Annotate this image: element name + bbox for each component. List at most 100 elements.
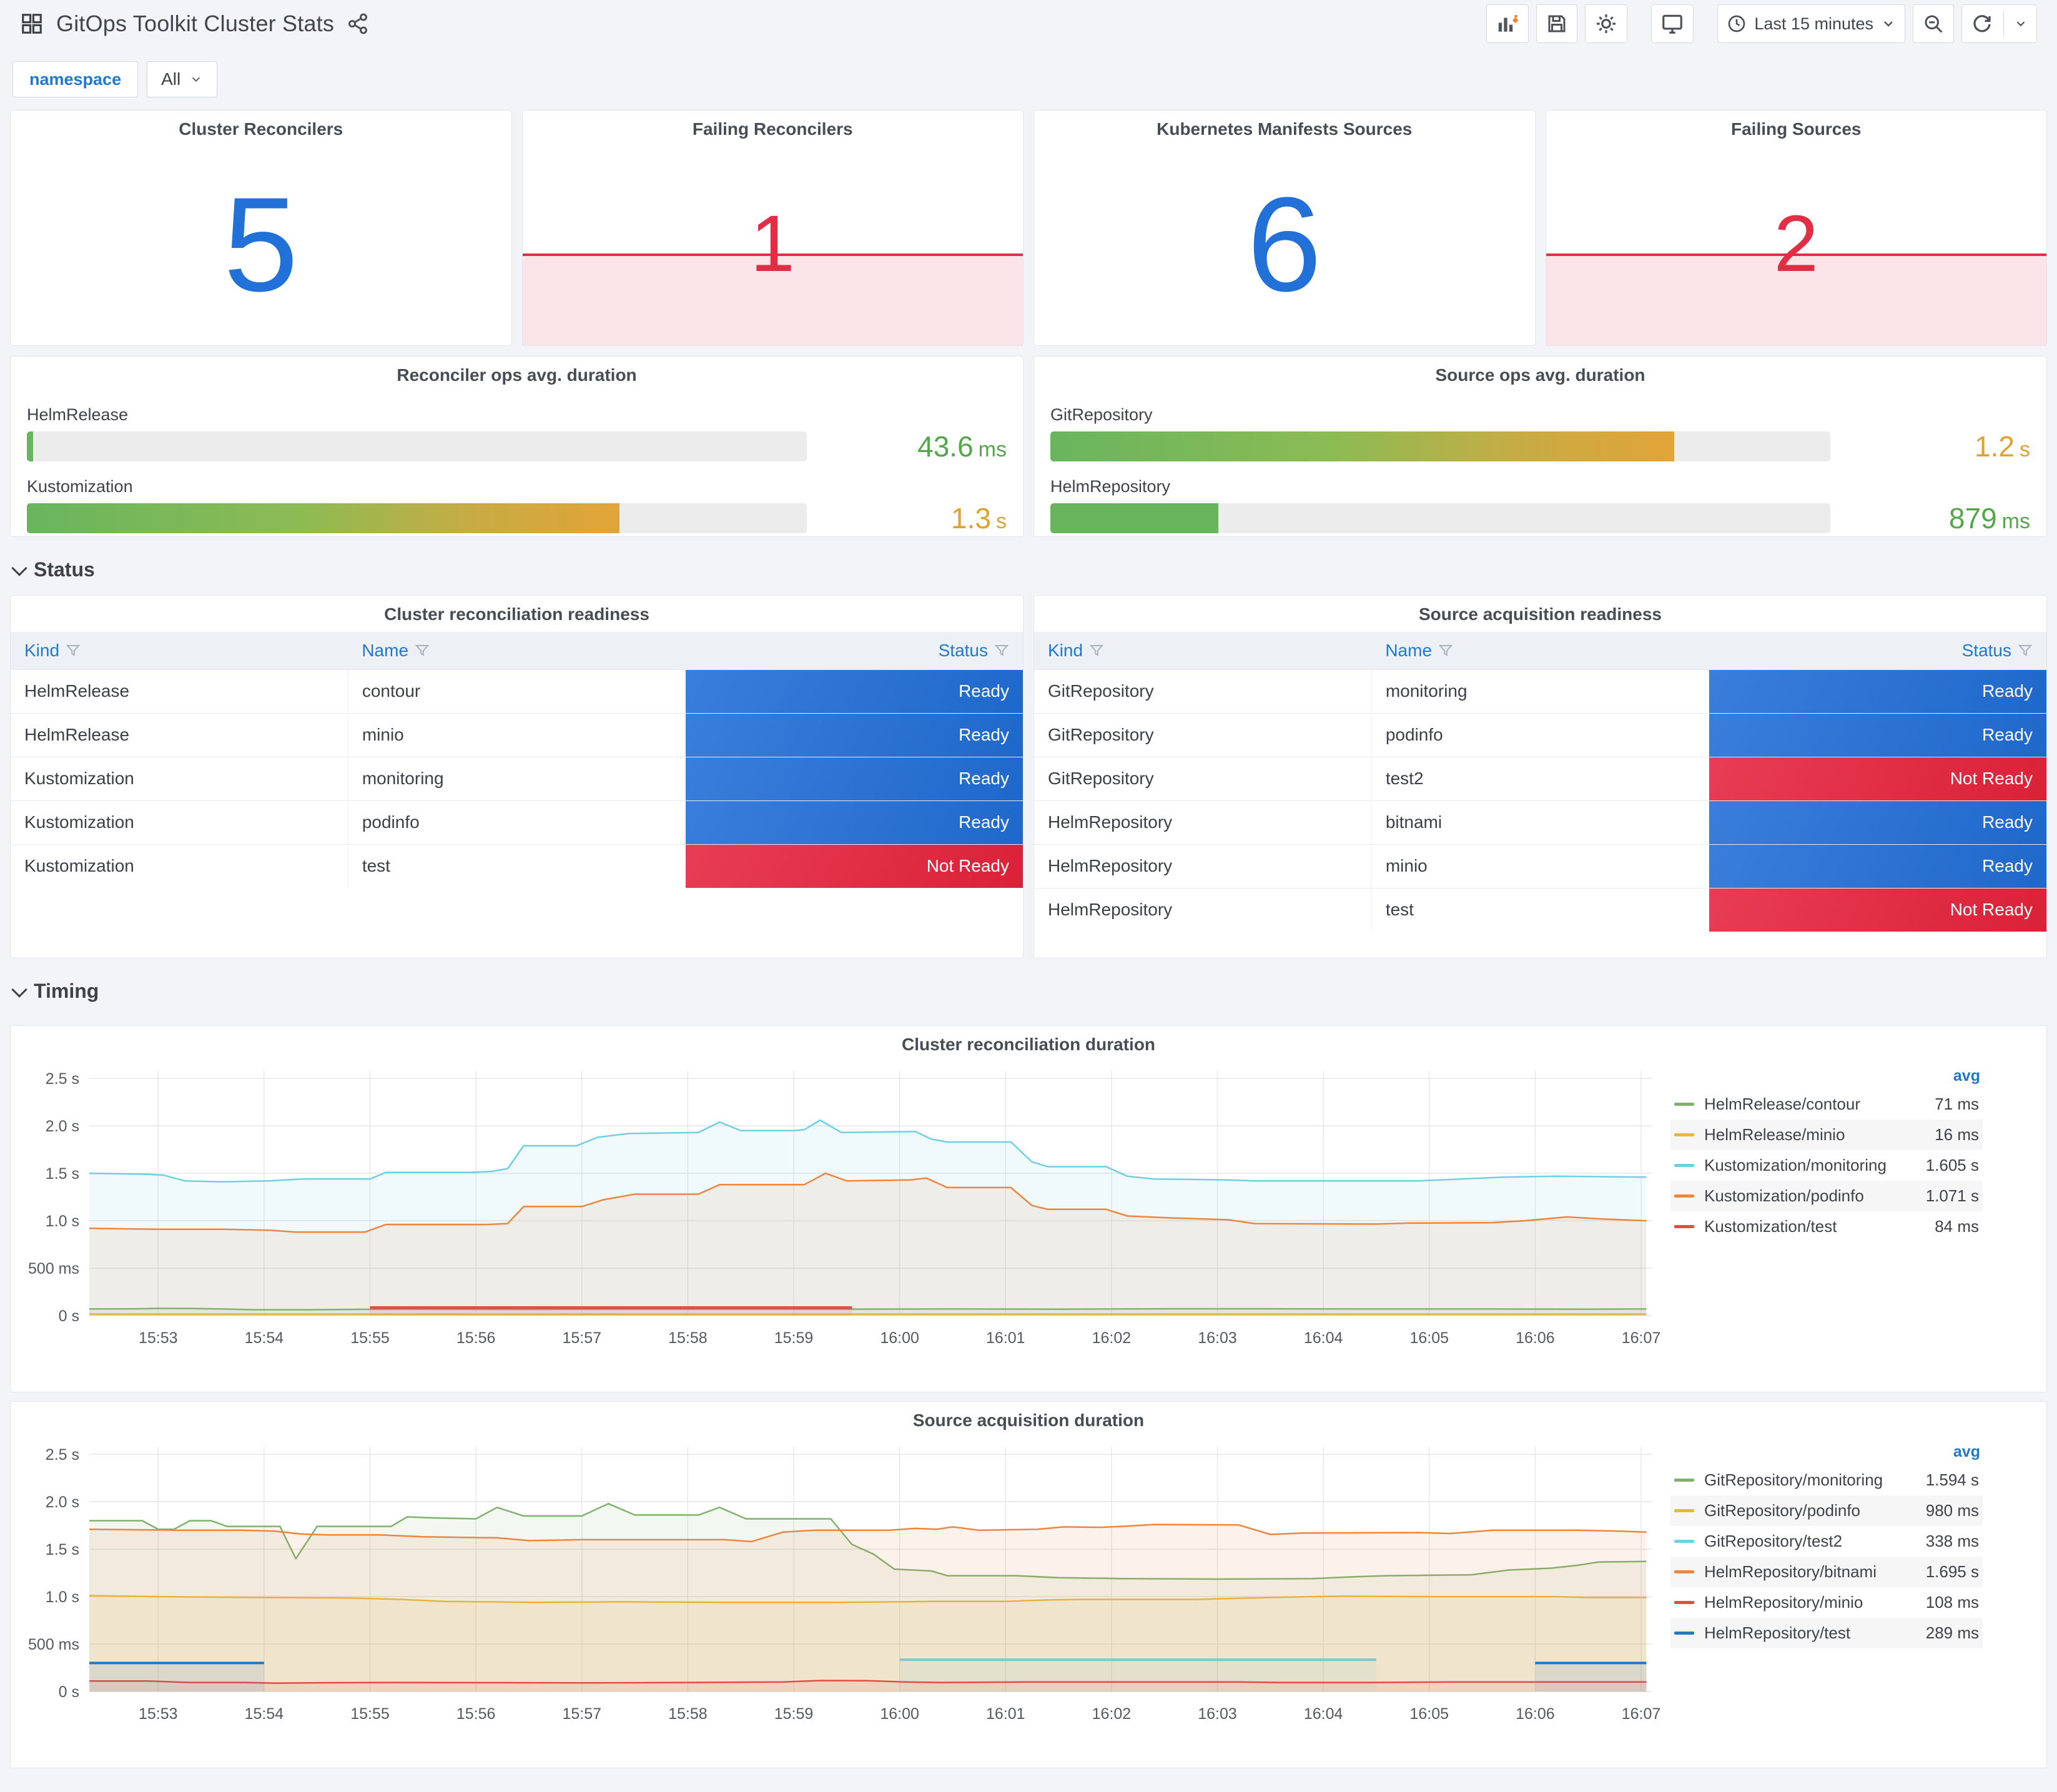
legend-series-name[interactable]: Kustomization/test — [1704, 1217, 1837, 1236]
dashboard-grid-icon[interactable] — [20, 12, 44, 36]
filter-icon[interactable] — [66, 643, 81, 658]
dashboard-title[interactable]: GitOps Toolkit Cluster Stats — [56, 11, 334, 37]
cell-name: bitnami — [1371, 800, 1709, 844]
share-icon[interactable] — [347, 12, 369, 35]
panel-title[interactable]: Cluster Reconcilers — [11, 111, 511, 139]
gauge-track — [27, 431, 807, 461]
refresh-button[interactable] — [1961, 4, 2037, 43]
legend-series-name[interactable]: Kustomization/podinfo — [1704, 1186, 1864, 1206]
svg-text:16:05: 16:05 — [1410, 1329, 1449, 1347]
dashboard-settings-button[interactable] — [1585, 4, 1628, 43]
legend-series-name[interactable]: GitRepository/monitoring — [1704, 1470, 1883, 1490]
legend-avg-value: 338 ms — [1925, 1532, 1979, 1550]
tv-mode-button[interactable] — [1651, 4, 1694, 43]
variable-label-pill[interactable]: namespace — [12, 61, 139, 97]
column-header-status[interactable]: Status — [1709, 632, 2046, 669]
column-header-name[interactable]: Name — [1371, 632, 1709, 669]
column-header-name[interactable]: Name — [348, 632, 686, 669]
table-row: HelmRepository bitnami Ready — [1034, 800, 2046, 844]
filter-icon[interactable] — [2018, 643, 2033, 658]
section-timing[interactable]: Timing — [10, 958, 2047, 1017]
time-range-label: Last 15 minutes — [1754, 14, 1873, 33]
status-badge: Not Ready — [685, 844, 1023, 888]
gauge-label: HelmRelease — [27, 405, 129, 424]
section-label: Timing — [34, 980, 99, 1002]
legend-series-name[interactable]: HelmRepository/test — [1704, 1623, 1850, 1643]
legend-avg-header[interactable]: avg — [1670, 1443, 1983, 1465]
svg-text:15:55: 15:55 — [350, 1705, 390, 1723]
cell-name: podinfo — [347, 800, 686, 844]
grafana-dashboard: GitOps Toolkit Cluster Stats Last 15 min… — [0, 0, 2057, 1792]
stat-value: 5 — [223, 169, 298, 320]
legend-series-name[interactable]: HelmRelease/contour — [1704, 1095, 1860, 1114]
cell-kind: HelmRepository — [1034, 800, 1372, 844]
cell-kind: HelmRelease — [11, 712, 348, 757]
table-row: HelmRelease minio Ready — [11, 712, 1023, 757]
legend-series-name[interactable]: HelmRepository/bitnami — [1704, 1562, 1877, 1582]
zoom-out-button[interactable] — [1913, 4, 1954, 43]
legend-avg-header[interactable]: avg — [1670, 1067, 1983, 1089]
svg-text:2.0 s: 2.0 s — [46, 1118, 79, 1135]
cell-status: Ready — [1709, 669, 2046, 713]
filter-icon[interactable] — [1089, 643, 1104, 658]
clock-icon — [1727, 14, 1747, 34]
panel-title[interactable]: Kubernetes Manifests Sources — [1034, 111, 1535, 139]
time-range-picker[interactable]: Last 15 minutes — [1717, 4, 1905, 43]
series-color-swatch — [1674, 1103, 1694, 1106]
status-badge: Ready — [1709, 713, 2046, 757]
panel-title[interactable]: Source ops avg. duration — [1034, 357, 2046, 385]
legend-series-name[interactable]: GitRepository/test2 — [1704, 1532, 1842, 1551]
column-header-kind[interactable]: Kind — [11, 632, 348, 669]
save-dashboard-button[interactable] — [1536, 4, 1578, 43]
panel-title[interactable]: Cluster reconciliation duration — [11, 1026, 2046, 1055]
dashboard-header: GitOps Toolkit Cluster Stats Last 15 min… — [10, 0, 2047, 47]
table-row: Kustomization monitoring Ready — [11, 756, 1023, 800]
svg-text:1.5 s: 1.5 s — [46, 1165, 79, 1183]
filter-icon[interactable] — [1438, 643, 1453, 658]
cell-kind: Kustomization — [11, 844, 348, 888]
chevron-down-icon — [2016, 21, 2025, 27]
gauge-label: Kustomization — [27, 477, 133, 496]
series-color-swatch — [1674, 1133, 1694, 1136]
series-color-swatch — [1674, 1509, 1694, 1512]
column-label: Name — [1385, 640, 1433, 660]
panel-title[interactable]: Source acquisition readiness — [1034, 596, 2046, 624]
variable-value-dropdown[interactable]: All — [147, 61, 218, 97]
filter-icon[interactable] — [415, 643, 430, 658]
chart-body: 15:53 15:54 15:55 15:56 15:57 15:58 15:59 16:00… — [11, 1055, 2046, 1356]
legend-series-name[interactable]: Kustomization/monitoring — [1704, 1156, 1887, 1175]
timeseries-plot[interactable]: 15:53 15:54 15:55 15:56 15:57 15:58 15:59 16:00… — [16, 1057, 1664, 1356]
cell-kind: GitRepository — [1034, 756, 1372, 800]
gauge-value-number: 1.2 — [1975, 430, 2015, 463]
gauge-value: 43.6 ms — [807, 430, 1007, 463]
table-row: HelmRelease contour Ready — [11, 669, 1023, 713]
legend-avg-value: 71 ms — [1935, 1095, 1979, 1113]
panel-title[interactable]: Source acquisition duration — [11, 1402, 2046, 1430]
add-panel-button[interactable] — [1486, 4, 1529, 43]
cell-kind: GitRepository — [1034, 712, 1372, 757]
table-panel: Source acquisition readiness Kind Name Stat… — [1033, 595, 2047, 958]
panel-title[interactable]: Failing Sources — [1546, 111, 2047, 139]
legend-series-name[interactable]: HelmRepository/minio — [1704, 1593, 1863, 1612]
column-header-status[interactable]: Status — [685, 632, 1023, 669]
svg-text:16:03: 16:03 — [1198, 1329, 1237, 1347]
legend-series-name[interactable]: GitRepository/podinfo — [1704, 1501, 1860, 1520]
svg-text:15:58: 15:58 — [668, 1705, 708, 1723]
cell-kind: Kustomization — [11, 756, 348, 800]
svg-text:15:58: 15:58 — [668, 1329, 708, 1347]
gauge-value-number: 1.3 — [951, 502, 991, 534]
column-header-kind[interactable]: Kind — [1034, 632, 1372, 669]
filter-icon[interactable] — [994, 643, 1009, 658]
panel-title[interactable]: Reconciler ops avg. duration — [11, 357, 1023, 385]
panel-title[interactable]: Cluster reconciliation readiness — [11, 596, 1023, 624]
gauge-value-number: 879 — [1948, 502, 1997, 534]
timeseries-plot[interactable]: 15:53 15:54 15:55 15:56 15:57 15:58 15:59 16:00… — [16, 1433, 1664, 1731]
svg-text:2.0 s: 2.0 s — [46, 1494, 79, 1511]
panel-title[interactable]: Failing Reconcilers — [523, 111, 1024, 139]
gauge-line: 1.3 s — [27, 501, 1007, 535]
legend-series-name[interactable]: HelmRelease/minio — [1704, 1125, 1845, 1145]
cell-status: Ready — [685, 756, 1023, 800]
cell-name: minio — [347, 712, 686, 757]
section-status[interactable]: Status — [10, 537, 2047, 595]
gauge-body: GitRepository 1.2 s HelmRepository 879 ms — [1034, 385, 2046, 535]
